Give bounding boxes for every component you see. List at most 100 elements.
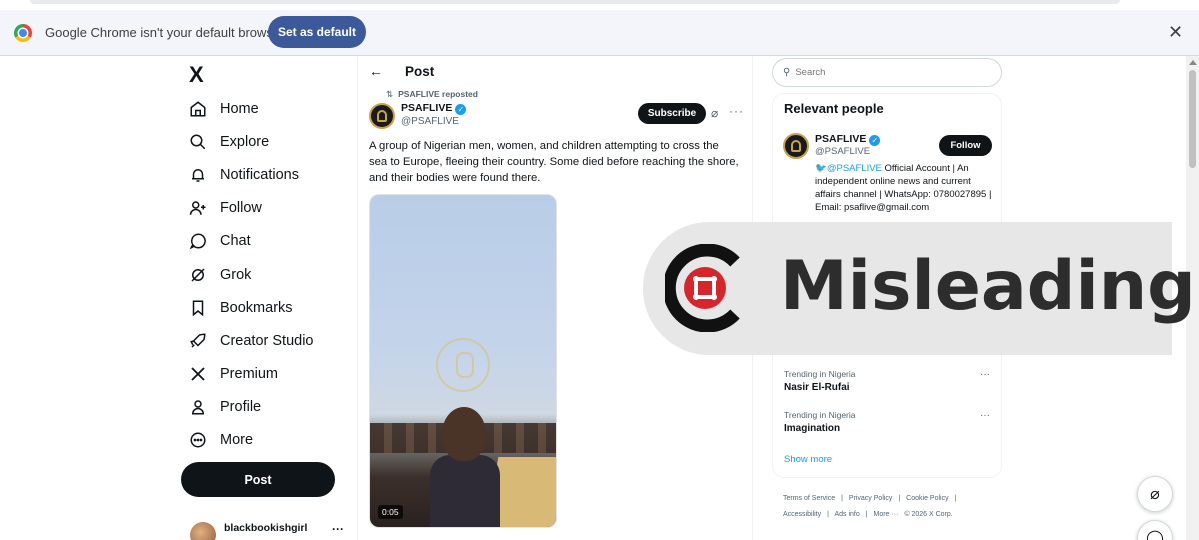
sidebar-item-chat[interactable]: Chat — [188, 225, 348, 258]
x-logo-icon[interactable]: X — [189, 62, 204, 88]
sidebar-item-explore[interactable]: Explore — [188, 125, 348, 158]
person-add-icon — [188, 198, 208, 218]
grok-icon: ⌀ — [1150, 486, 1160, 503]
sidebar-item-profile[interactable]: Profile — [188, 391, 348, 424]
repost-indicator: ⇅ PSAFLIVE reposted — [386, 89, 478, 100]
fact-check-logo-icon — [665, 244, 740, 332]
author-name[interactable]: PSAFLIVE ✓ — [401, 102, 467, 115]
trend-item[interactable]: Trending in Nigeria Imagination ··· — [784, 410, 994, 434]
sidebar-item-label: More — [220, 432, 254, 449]
search-box[interactable]: ⚲ — [772, 58, 1002, 87]
more-icon[interactable]: ··· — [729, 104, 744, 118]
sidebar-item-creator-studio[interactable]: Creator Studio — [188, 324, 348, 357]
footer-link-privacy[interactable]: Privacy Policy — [849, 495, 893, 502]
grok-fab-button[interactable]: ⌀ — [1137, 476, 1173, 512]
grok-icon — [188, 265, 208, 285]
default-browser-infobar: Google Chrome isn't your default browser… — [0, 10, 1199, 56]
footer-separator: | — [898, 495, 901, 502]
sidebar-item-label: Creator Studio — [220, 332, 314, 349]
more-icon[interactable]: ··· — [980, 369, 990, 380]
post-text: A group of Nigerian men, women, and chil… — [369, 140, 739, 184]
footer-link-ads[interactable]: Ads info — [834, 511, 859, 518]
tab-strip-edge — [30, 0, 1120, 4]
chat-icon: ◯ — [1146, 530, 1164, 540]
verified-badge-icon: ✓ — [869, 135, 881, 146]
account-switcher[interactable]: blackbookishgirl ··· — [190, 520, 350, 540]
repost-icon: ⇅ — [386, 89, 394, 99]
back-arrow-icon[interactable]: ← — [369, 63, 383, 79]
search-icon — [188, 132, 208, 152]
person-name-text: PSAFLIVE — [815, 133, 867, 145]
sidebar-item-label: Explore — [220, 133, 270, 150]
video-timestamp: 0:05 — [378, 505, 403, 519]
search-input[interactable] — [795, 67, 986, 78]
footer-separator: | — [865, 511, 868, 518]
home-icon — [188, 99, 208, 119]
x-icon — [188, 364, 208, 384]
person-bio: 🐦@PSAFLIVE Official Account | An indepen… — [815, 162, 995, 222]
chrome-logo-icon — [14, 24, 32, 42]
footer-copyright: © 2026 X Corp. — [904, 511, 953, 518]
avatar[interactable] — [783, 133, 809, 159]
trend-title: Nasir El-Rufai — [784, 382, 850, 393]
verified-badge-icon: ✓ — [455, 104, 467, 115]
grok-icon[interactable]: ⌀ — [711, 106, 718, 120]
footer-link-terms[interactable]: Terms of Service — [783, 495, 835, 502]
sidebar-item-label: Chat — [220, 233, 251, 250]
footer-link-more[interactable]: More ··· — [874, 511, 899, 518]
person-name[interactable]: PSAFLIVE ✓ — [815, 133, 881, 146]
messages-fab-button[interactable]: ◯ — [1137, 520, 1173, 540]
sidebar-nav: Home Explore Notifications Follow Chat G… — [188, 92, 348, 457]
set-as-default-button[interactable]: Set as default — [268, 16, 366, 48]
footer-link-accessibility[interactable]: Accessibility — [783, 511, 821, 518]
follow-button[interactable]: Follow — [939, 135, 992, 156]
sidebar-item-follow[interactable]: Follow — [188, 192, 348, 225]
trend-category: Trending in Nigeria — [784, 369, 856, 379]
footer-separator: | — [954, 495, 957, 502]
more-circle-icon — [188, 430, 208, 450]
bio-mention[interactable]: @PSAFLIVE — [827, 163, 882, 174]
browser-top-strip — [0, 0, 1199, 10]
author-handle[interactable]: @PSAFLIVE — [401, 116, 459, 127]
person-icon — [188, 397, 208, 417]
avatar[interactable] — [369, 103, 395, 129]
footer-separator: | — [841, 495, 843, 502]
sidebar-item-label: Notifications — [220, 166, 299, 183]
more-icon: ··· — [332, 522, 344, 536]
bookmark-icon — [188, 298, 208, 318]
subscribe-button[interactable]: Subscribe — [638, 103, 706, 124]
avatar — [190, 522, 216, 540]
footer-link-cookie[interactable]: Cookie Policy — [906, 495, 948, 502]
sidebar-item-home[interactable]: Home — [188, 92, 348, 125]
scroll-up-arrow-icon[interactable] — [1189, 60, 1197, 65]
sidebar-item-more[interactable]: More — [188, 424, 348, 457]
repost-label: PSAFLIVE reposted — [398, 89, 478, 99]
sidebar-item-label: Grok — [220, 266, 252, 283]
trend-title: Imagination — [784, 423, 841, 434]
trend-item[interactable]: Trending in Nigeria Nasir El-Rufai ··· — [784, 369, 994, 393]
post-button[interactable]: Post — [181, 462, 335, 497]
sidebar-item-premium[interactable]: Premium — [188, 358, 348, 391]
scrollbar-thumb[interactable] — [1189, 70, 1196, 168]
video-frame-person — [430, 455, 500, 527]
close-icon[interactable]: ✕ — [1168, 23, 1183, 41]
more-icon[interactable]: ··· — [980, 410, 990, 421]
section-title: Relevant people — [784, 101, 884, 116]
person-handle[interactable]: @PSAFLIVE — [815, 146, 870, 157]
sidebar-item-label: Follow — [220, 200, 262, 217]
account-name: blackbookishgirl — [224, 522, 308, 534]
sidebar-item-notifications[interactable]: Notifications — [188, 158, 348, 191]
page-title: Post — [405, 64, 435, 79]
sidebar-item-bookmarks[interactable]: Bookmarks — [188, 291, 348, 324]
footer-separator: | — [827, 511, 829, 518]
divider — [357, 56, 358, 540]
video-player[interactable]: 0:05 — [369, 194, 557, 528]
search-icon: ⚲ — [783, 67, 791, 78]
rocket-icon — [188, 331, 208, 351]
bell-icon — [188, 165, 208, 185]
sidebar-item-grok[interactable]: Grok — [188, 258, 348, 291]
sidebar-item-label: Bookmarks — [220, 299, 293, 316]
show-more-link[interactable]: Show more — [784, 454, 832, 465]
watermark-logo — [436, 338, 490, 392]
misleading-label: Misleading — [780, 247, 1196, 326]
